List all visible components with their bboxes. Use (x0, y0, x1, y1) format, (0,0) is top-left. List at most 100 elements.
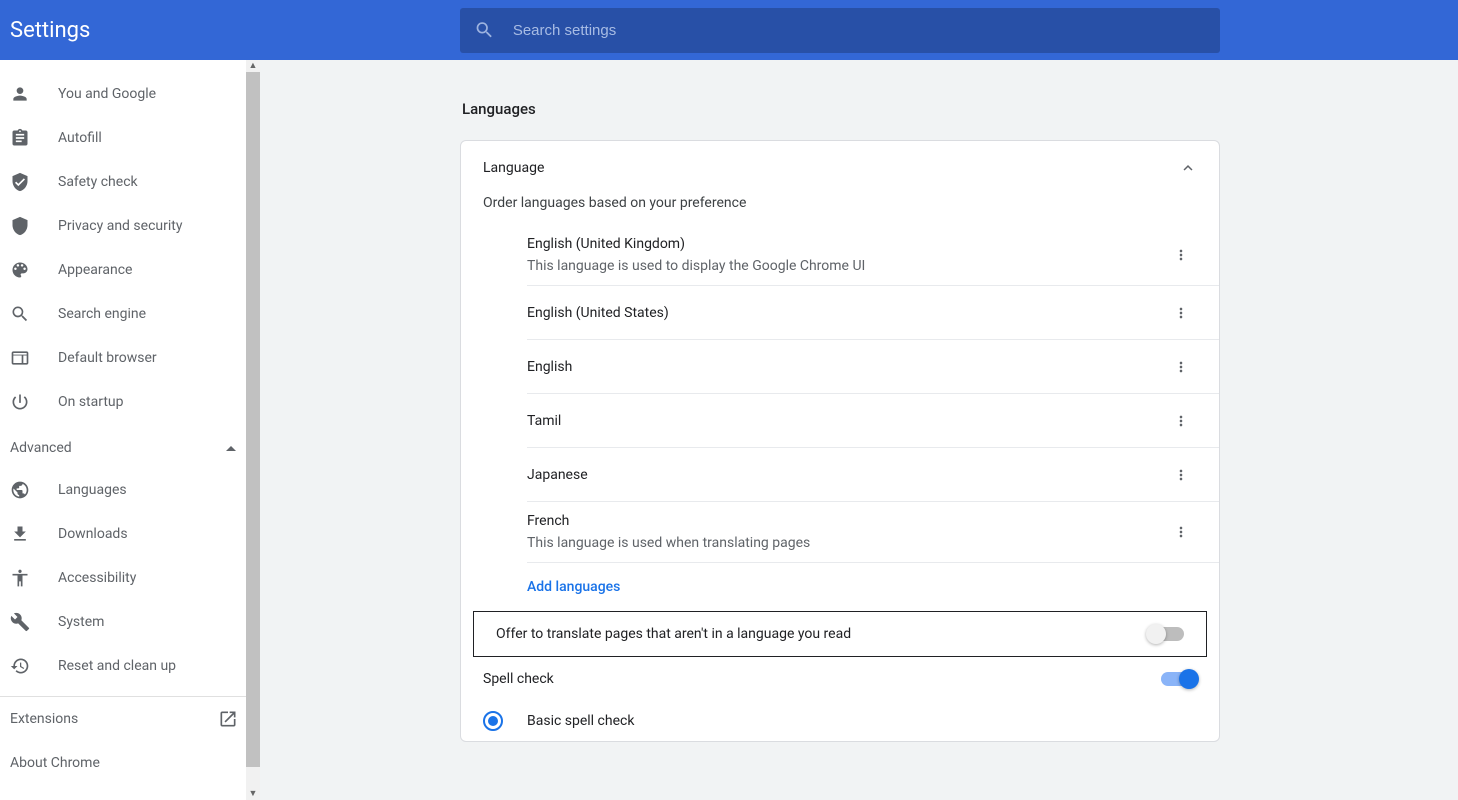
language-desc: This language is used when translating p… (527, 532, 810, 554)
language-more-button[interactable] (1165, 459, 1197, 491)
language-row: English (United Kingdom) This language i… (527, 225, 1219, 286)
sidebar-item-appearance[interactable]: Appearance (0, 248, 260, 292)
language-name: Tamil (527, 410, 561, 432)
radio-selected-icon[interactable] (483, 711, 503, 731)
restore-icon (10, 656, 30, 676)
sidebar-item-downloads[interactable]: Downloads (0, 512, 260, 556)
language-row: Japanese (527, 448, 1219, 502)
more-vert-icon (1173, 247, 1189, 263)
sidebar-item-label: Safety check (58, 174, 138, 190)
sidebar-item-autofill[interactable]: Autofill (0, 116, 260, 160)
sidebar-item-search-engine[interactable]: Search engine (0, 292, 260, 336)
app-header: Settings (0, 0, 1458, 60)
search-icon (474, 19, 495, 41)
more-vert-icon (1173, 305, 1189, 321)
clipboard-icon (10, 128, 30, 148)
more-vert-icon (1173, 359, 1189, 375)
chevron-up-icon (1179, 159, 1197, 177)
more-vert-icon (1173, 524, 1189, 540)
basic-spell-label: Basic spell check (527, 713, 634, 729)
language-more-button[interactable] (1165, 405, 1197, 437)
sidebar-item-extensions[interactable]: Extensions (0, 697, 260, 741)
sidebar-item-label: Appearance (58, 262, 132, 278)
shield-check-icon (10, 172, 30, 192)
language-row: French This language is used when transl… (527, 502, 1219, 563)
more-vert-icon (1173, 413, 1189, 429)
caret-up-icon (226, 446, 236, 451)
sidebar-item-label: On startup (58, 394, 124, 410)
translate-toggle[interactable] (1148, 627, 1184, 641)
scroll-down-arrow-icon[interactable]: ▼ (246, 788, 260, 800)
sidebar-item-about-chrome[interactable]: About Chrome (0, 741, 260, 785)
sidebar-item-label: Search engine (58, 306, 146, 322)
language-more-button[interactable] (1165, 297, 1197, 329)
card-header-label: Language (483, 160, 544, 176)
spellcheck-toggle[interactable] (1161, 672, 1197, 686)
sidebar-item-label: You and Google (58, 86, 156, 102)
sidebar-item-accessibility[interactable]: Accessibility (0, 556, 260, 600)
language-name: Japanese (527, 464, 588, 486)
language-card: Language Order languages based on your p… (460, 140, 1220, 742)
language-name: English (527, 356, 572, 378)
main-content: Languages Language Order languages based… (260, 60, 1458, 800)
language-row: Tamil (527, 394, 1219, 448)
sidebar-item-label: Default browser (58, 350, 157, 366)
extensions-label: Extensions (10, 711, 78, 727)
language-card-header[interactable]: Language (461, 141, 1219, 195)
language-more-button[interactable] (1165, 239, 1197, 271)
palette-icon (10, 260, 30, 280)
browser-icon (10, 348, 30, 368)
open-in-new-icon (218, 709, 238, 729)
search-input[interactable] (513, 22, 1206, 39)
scrollbar-thumb[interactable] (246, 72, 260, 767)
globe-icon (10, 480, 30, 500)
more-vert-icon (1173, 467, 1189, 483)
sidebar-item-label: System (58, 614, 104, 630)
sidebar-item-label: Privacy and security (58, 218, 182, 234)
download-icon (10, 524, 30, 544)
person-icon (10, 84, 30, 104)
sidebar-item-label: Accessibility (58, 570, 136, 586)
spellcheck-label: Spell check (483, 671, 554, 687)
language-name: English (United Kingdom) (527, 233, 865, 255)
basic-spell-check-row[interactable]: Basic spell check (461, 701, 1219, 741)
sidebar-item-on-startup[interactable]: On startup (0, 380, 260, 424)
advanced-toggle[interactable]: Advanced (0, 424, 260, 468)
spellcheck-toggle-row[interactable]: Spell check (461, 657, 1219, 701)
wrench-icon (10, 612, 30, 632)
language-list: English (United Kingdom) This language i… (461, 225, 1219, 611)
language-desc: This language is used to display the Goo… (527, 255, 865, 277)
search-icon (10, 304, 30, 324)
sidebar-item-label: Reset and clean up (58, 658, 176, 674)
sidebar: You and Google Autofill Safety check Pri… (0, 60, 260, 800)
sidebar-item-system[interactable]: System (0, 600, 260, 644)
accessibility-icon (10, 568, 30, 588)
language-name: French (527, 510, 810, 532)
language-more-button[interactable] (1165, 516, 1197, 548)
sidebar-item-label: Downloads (58, 526, 128, 542)
advanced-label: Advanced (10, 440, 72, 456)
add-languages-button[interactable]: Add languages (527, 563, 1219, 611)
language-row: English (527, 340, 1219, 394)
order-description: Order languages based on your preference (461, 195, 1219, 225)
shield-icon (10, 216, 30, 236)
sidebar-item-default-browser[interactable]: Default browser (0, 336, 260, 380)
power-icon (10, 392, 30, 412)
about-label: About Chrome (10, 755, 100, 771)
translate-toggle-label: Offer to translate pages that aren't in … (496, 626, 851, 642)
sidebar-item-privacy-security[interactable]: Privacy and security (0, 204, 260, 248)
page-title: Settings (10, 18, 460, 43)
language-name: English (United States) (527, 302, 669, 324)
section-title: Languages (462, 100, 1220, 118)
sidebar-item-label: Languages (58, 482, 127, 498)
sidebar-item-label: Autofill (58, 130, 102, 146)
sidebar-item-reset[interactable]: Reset and clean up (0, 644, 260, 688)
sidebar-item-safety-check[interactable]: Safety check (0, 160, 260, 204)
sidebar-scrollbar[interactable]: ▲ ▼ (246, 60, 260, 800)
sidebar-item-you-and-google[interactable]: You and Google (0, 72, 260, 116)
sidebar-item-languages[interactable]: Languages (0, 468, 260, 512)
search-container[interactable] (460, 8, 1220, 53)
scroll-up-arrow-icon[interactable]: ▲ (246, 60, 260, 72)
language-more-button[interactable] (1165, 351, 1197, 383)
translate-toggle-row[interactable]: Offer to translate pages that aren't in … (473, 611, 1207, 657)
